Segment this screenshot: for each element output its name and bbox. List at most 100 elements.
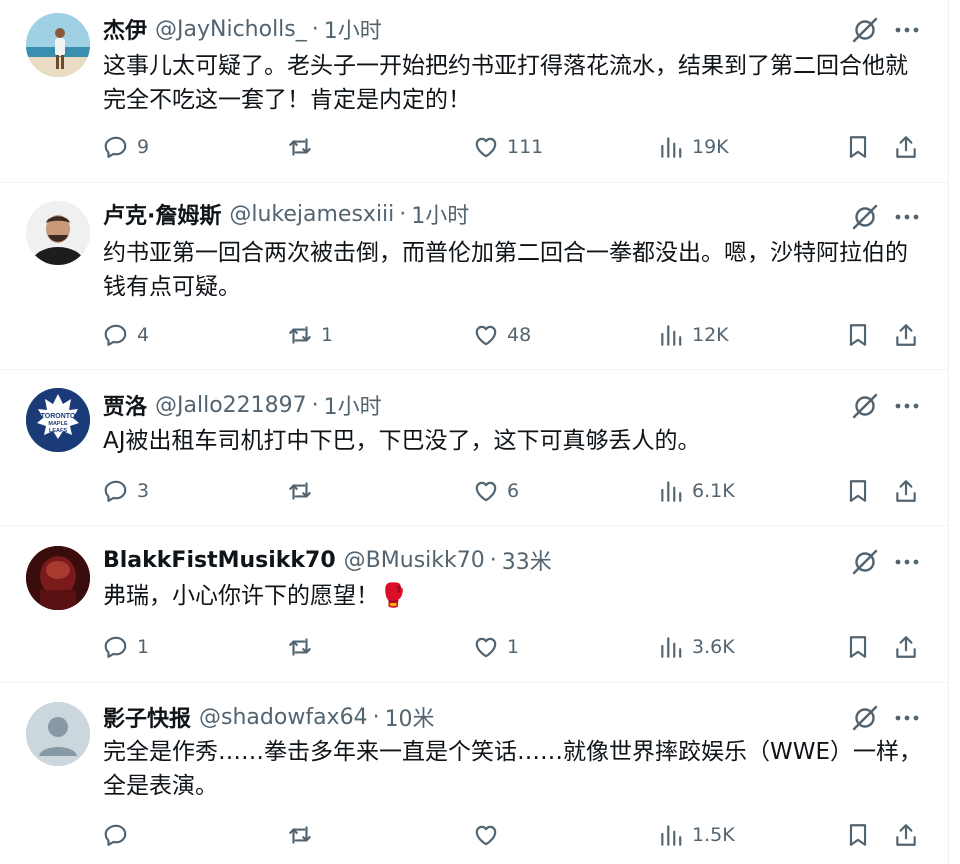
action-bar: 9 111 19K — [103, 132, 923, 162]
avatar[interactable]: TORONTO MAPLE LEAFS — [26, 388, 90, 452]
action-bar: 4 1 48 12K — [103, 320, 923, 350]
view-count: 3.6K — [692, 636, 735, 658]
share-icon — [896, 636, 916, 658]
avatar-logo-text: TORONTO — [41, 413, 76, 420]
grok-icon[interactable] — [850, 547, 880, 577]
view-count: 19K — [692, 136, 729, 158]
display-name[interactable]: 贾洛 — [103, 389, 147, 421]
tweet[interactable]: 卢克·詹姆斯 @lukejamesxiii · 1小时 约书亚第一回合两次被击倒… — [0, 183, 948, 370]
retweet-icon — [289, 138, 311, 156]
more-icon[interactable] — [892, 547, 922, 577]
tweet-text: AJ被出租车司机打中下巴，下巴没了，这下可真够丢人的。 — [103, 428, 701, 454]
retweet-button[interactable] — [287, 820, 321, 850]
tweet[interactable]: BlakkFistMusikk70 @BMusikk70 · 33米 弗瑞，小心… — [0, 526, 948, 683]
handle[interactable]: @BMusikk70 — [344, 548, 485, 573]
views-button[interactable]: 6.1K — [658, 476, 735, 506]
avatar[interactable] — [26, 546, 90, 610]
reply-icon — [104, 824, 127, 846]
like-button[interactable]: 111 — [473, 132, 543, 162]
timestamp[interactable]: 1小时 — [324, 13, 382, 45]
retweet-icon — [289, 482, 311, 500]
like-button[interactable]: 1 — [473, 632, 519, 662]
share-icon — [896, 136, 916, 158]
views-button[interactable]: 19K — [658, 132, 729, 162]
more-icon[interactable] — [892, 15, 922, 45]
reply-button[interactable] — [103, 820, 137, 850]
reply-count: 9 — [137, 136, 150, 158]
bookmark-button[interactable] — [845, 632, 871, 662]
more-icon[interactable] — [892, 703, 922, 733]
grok-icon[interactable] — [850, 202, 880, 232]
bookmark-button[interactable] — [845, 320, 871, 350]
view-count: 12K — [692, 324, 729, 346]
handle[interactable]: @Jallo221897 — [155, 393, 307, 418]
like-button[interactable]: 48 — [473, 320, 531, 350]
action-bar: 1 1 3.6K — [103, 632, 923, 662]
reply-button[interactable]: 4 — [103, 320, 149, 350]
display-name[interactable]: BlakkFistMusikk70 — [103, 548, 336, 573]
separator: · — [399, 201, 407, 227]
share-button[interactable] — [893, 132, 919, 162]
share-button[interactable] — [893, 476, 919, 506]
timestamp[interactable]: 1小时 — [411, 198, 469, 230]
reply-button[interactable]: 3 — [103, 476, 149, 506]
views-button[interactable]: 1.5K — [658, 820, 735, 850]
retweet-button[interactable] — [287, 632, 321, 662]
share-button[interactable] — [893, 320, 919, 350]
views-icon — [661, 325, 682, 346]
handle[interactable]: @JayNicholls_ — [155, 17, 307, 42]
tweet[interactable]: TORONTO MAPLE LEAFS 贾洛 @Jallo221897 · 1小… — [0, 370, 948, 526]
reply-icon — [104, 324, 127, 346]
bookmark-icon — [849, 824, 867, 846]
grok-icon[interactable] — [850, 15, 880, 45]
separator: · — [372, 704, 380, 730]
retweet-icon — [289, 638, 311, 656]
heart-icon — [475, 637, 497, 658]
like-button[interactable] — [473, 820, 507, 850]
reply-count: 4 — [137, 324, 150, 346]
separator: · — [311, 392, 319, 418]
more-icon[interactable] — [892, 202, 922, 232]
tweet[interactable]: 杰伊 @JayNicholls_ · 1小时 这事儿太可疑了。老头子一开始把约书… — [0, 0, 948, 183]
retweet-button[interactable] — [287, 132, 321, 162]
bookmark-button[interactable] — [845, 820, 871, 850]
reply-button[interactable]: 1 — [103, 632, 149, 662]
display-name[interactable]: 杰伊 — [103, 13, 147, 45]
reply-count: 3 — [137, 480, 150, 502]
display-name[interactable]: 卢克·詹姆斯 — [103, 198, 221, 230]
timestamp[interactable]: 10米 — [385, 701, 435, 733]
like-count: 111 — [507, 136, 544, 158]
share-icon — [896, 324, 916, 346]
tweet[interactable]: 影子快报 @shadowfax64 · 10米 完全是作秀……拳击多年来一直是个… — [0, 683, 948, 864]
share-button[interactable] — [893, 632, 919, 662]
retweet-count: 1 — [321, 324, 334, 346]
view-count: 6.1K — [692, 480, 735, 502]
retweet-button[interactable] — [287, 476, 321, 506]
views-button[interactable]: 12K — [658, 320, 729, 350]
bookmark-button[interactable] — [845, 132, 871, 162]
grok-icon[interactable] — [850, 703, 880, 733]
avatar[interactable] — [26, 702, 90, 766]
grok-icon[interactable] — [850, 391, 880, 421]
tweet-text: 完全是作秀……拳击多年来一直是个笑话……就像世界摔跤娱乐（WWE）一样，全是表演… — [103, 739, 923, 799]
handle[interactable]: @lukejamesxiii — [229, 202, 394, 227]
separator: · — [311, 16, 319, 42]
reply-count: 1 — [137, 636, 150, 658]
avatar[interactable] — [26, 13, 90, 77]
retweet-button[interactable]: 1 — [287, 320, 333, 350]
action-bar: 1.5K — [103, 820, 923, 850]
reply-button[interactable]: 9 — [103, 132, 149, 162]
bookmark-button[interactable] — [845, 476, 871, 506]
like-button[interactable]: 6 — [473, 476, 519, 506]
display-name[interactable]: 影子快报 — [103, 701, 191, 733]
handle[interactable]: @shadowfax64 — [199, 705, 368, 730]
retweet-icon — [289, 826, 311, 844]
avatar[interactable] — [26, 201, 90, 265]
timestamp[interactable]: 1小时 — [324, 389, 382, 421]
views-button[interactable]: 3.6K — [658, 632, 735, 662]
timestamp[interactable]: 33米 — [502, 544, 552, 576]
share-button[interactable] — [893, 820, 919, 850]
views-icon — [661, 481, 682, 502]
like-count: 1 — [507, 636, 520, 658]
more-icon[interactable] — [892, 391, 922, 421]
